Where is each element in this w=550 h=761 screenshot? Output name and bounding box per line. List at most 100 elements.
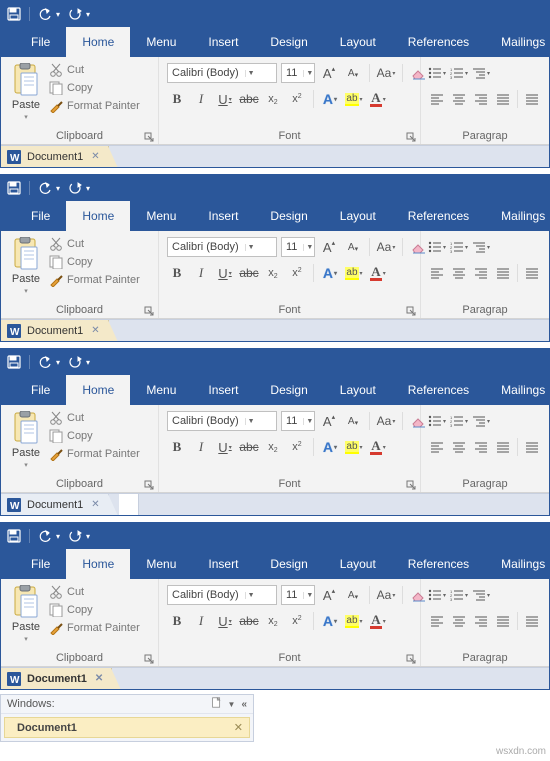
subscript-button[interactable]: x2 [263,89,283,109]
font-name-combo[interactable]: Calibri (Body)▼ [167,585,277,605]
chevron-down-icon[interactable]: ▼ [303,418,313,425]
close-icon[interactable]: ✕ [91,151,99,162]
line-spacing-button[interactable] [522,611,542,631]
line-spacing-button[interactable] [522,89,542,109]
redo-icon[interactable] [68,355,82,369]
italic-button[interactable]: I [191,437,211,457]
font-name-combo[interactable]: Calibri (Body)▼ [167,237,277,257]
align-right-button[interactable] [471,437,491,457]
font-name-combo[interactable]: Calibri (Body)▼ [167,411,277,431]
change-case-button[interactable]: Aa▾ [376,411,396,431]
tab-design[interactable]: Design [254,201,323,231]
superscript-button[interactable]: x2 [287,611,307,631]
multilevel-button[interactable]: ▾ [471,585,491,605]
clear-formatting-button[interactable] [409,411,429,431]
cut-button[interactable]: Cut [49,585,140,599]
tab-mailings[interactable]: Mailings [485,549,550,579]
save-icon[interactable] [7,7,21,21]
align-left-button[interactable] [427,437,447,457]
bold-button[interactable]: B [167,437,187,457]
font-color-button[interactable]: A▾ [368,437,388,457]
numbering-button[interactable]: ▾ [449,411,469,431]
font-size-combo[interactable]: 11▼ [281,411,315,431]
bullets-button[interactable]: ▾ [427,585,447,605]
change-case-button[interactable]: Aa▾ [376,63,396,83]
clipboard-launcher[interactable] [144,480,154,490]
qat-customize[interactable]: ▾ [86,184,90,193]
shrink-font-button[interactable]: A▾ [343,585,363,605]
undo-icon[interactable] [38,7,52,21]
new-tab-placeholder[interactable] [119,494,139,515]
grow-font-button[interactable]: A▴ [319,585,339,605]
save-icon[interactable] [7,355,21,369]
new-page-icon[interactable] [211,697,222,711]
multilevel-button[interactable]: ▾ [471,237,491,257]
close-icon[interactable]: ✕ [234,721,243,734]
undo-dropdown[interactable]: ▾ [56,532,60,541]
multilevel-button[interactable]: ▾ [471,411,491,431]
italic-button[interactable]: I [191,263,211,283]
strikethrough-button[interactable]: abc [239,611,259,631]
superscript-button[interactable]: x2 [287,437,307,457]
paste-dropdown[interactable]: ▾ [24,287,28,295]
tab-menu[interactable]: Menu [130,375,192,405]
tab-mailings[interactable]: Mailings [485,27,550,57]
copy-button[interactable]: Copy [49,429,140,443]
cut-button[interactable]: Cut [49,63,140,77]
qat-customize[interactable]: ▾ [86,10,90,19]
paste-dropdown[interactable]: ▾ [24,461,28,469]
format-painter-button[interactable]: Format Painter [49,447,140,461]
italic-button[interactable]: I [191,89,211,109]
highlight-button[interactable]: ab▾ [344,611,364,631]
paste-dropdown[interactable]: ▾ [24,635,28,643]
strikethrough-button[interactable]: abc [239,437,259,457]
align-right-button[interactable] [471,263,491,283]
tab-layout[interactable]: Layout [324,201,392,231]
align-right-button[interactable] [471,89,491,109]
font-launcher[interactable] [406,132,416,142]
shrink-font-button[interactable]: A▾ [343,237,363,257]
undo-icon[interactable] [38,181,52,195]
align-right-button[interactable] [471,611,491,631]
numbering-button[interactable]: ▾ [449,63,469,83]
superscript-button[interactable]: x2 [287,89,307,109]
text-effects-button[interactable]: A▾ [320,89,340,109]
copy-button[interactable]: Copy [49,603,140,617]
subscript-button[interactable]: x2 [263,611,283,631]
format-painter-button[interactable]: Format Painter [49,273,140,287]
font-size-combo[interactable]: 11▼ [281,237,315,257]
chevron-down-icon[interactable]: ▼ [245,592,255,599]
chevron-down-icon[interactable]: ▼ [245,70,255,77]
align-left-button[interactable] [427,89,447,109]
windows-panel-item[interactable]: Document1 ✕ [4,717,250,738]
numbering-button[interactable]: ▾ [449,237,469,257]
clear-formatting-button[interactable] [409,237,429,257]
underline-button[interactable]: U▾ [215,611,235,631]
tab-references[interactable]: References [392,201,485,231]
tab-design[interactable]: Design [254,549,323,579]
align-center-button[interactable] [449,263,469,283]
change-case-button[interactable]: Aa▾ [376,585,396,605]
chevron-down-icon[interactable]: ▼ [245,418,255,425]
tab-home[interactable]: Home [66,27,130,57]
line-spacing-button[interactable] [522,263,542,283]
tab-references[interactable]: References [392,27,485,57]
font-name-combo[interactable]: Calibri (Body)▼ [167,63,277,83]
collapse-icon[interactable]: « [241,699,247,710]
clear-formatting-button[interactable] [409,63,429,83]
font-launcher[interactable] [406,480,416,490]
underline-button[interactable]: U▾ [215,437,235,457]
tab-home[interactable]: Home [66,375,130,405]
shrink-font-button[interactable]: A▾ [343,63,363,83]
tab-references[interactable]: References [392,375,485,405]
qat-customize[interactable]: ▾ [86,532,90,541]
tab-file[interactable]: File [15,27,66,57]
tab-insert[interactable]: Insert [192,375,254,405]
clear-formatting-button[interactable] [409,585,429,605]
tab-mailings[interactable]: Mailings [485,201,550,231]
font-color-button[interactable]: A▾ [368,611,388,631]
chevron-down-icon[interactable]: ▼ [303,70,313,77]
tab-insert[interactable]: Insert [192,27,254,57]
paste-dropdown[interactable]: ▾ [24,113,28,121]
text-effects-button[interactable]: A▾ [320,437,340,457]
